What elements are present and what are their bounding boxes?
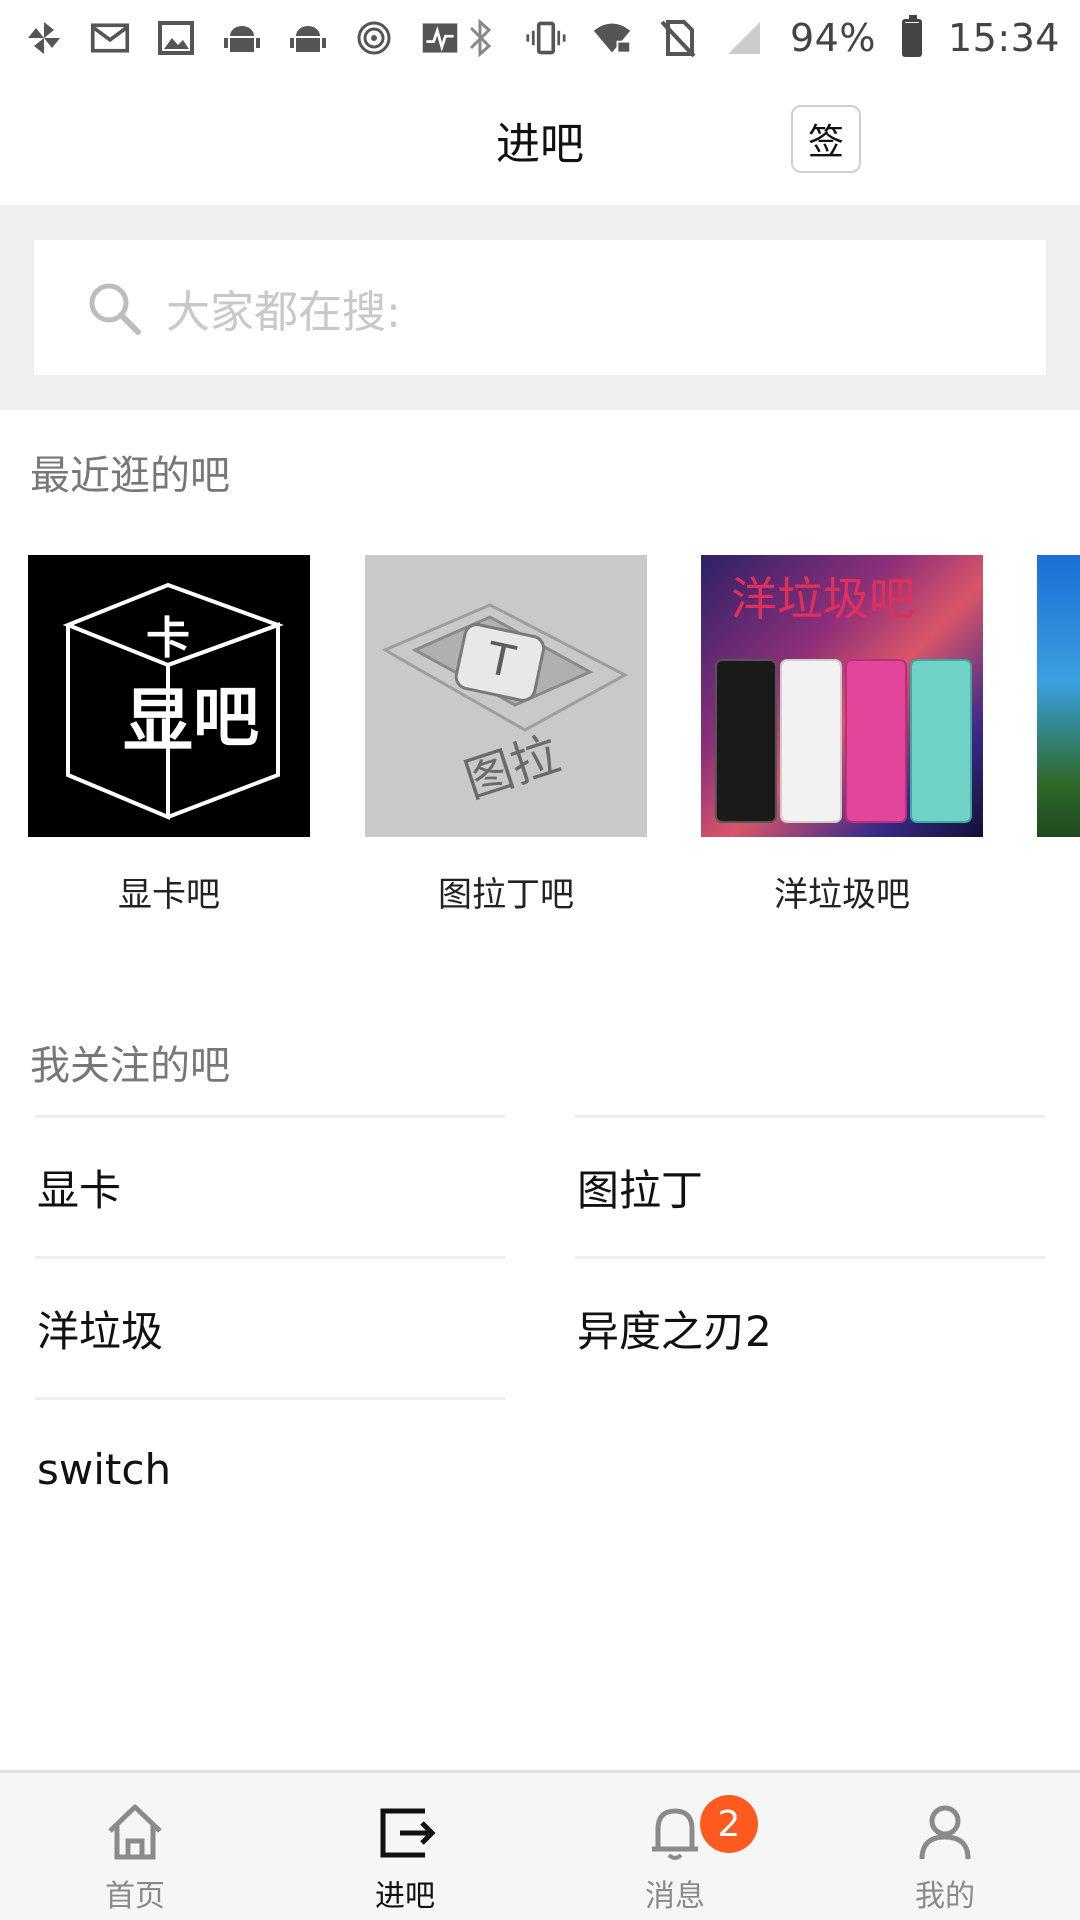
recent-bar-item[interactable]: T 图拉 图拉丁吧 [365,555,647,915]
vibrate-icon [526,18,566,58]
signal-icon [724,18,764,58]
xianka-logo-image: 显 吧 卡 [28,555,310,837]
recent-bar-item[interactable]: 显 吧 卡 显卡吧 [28,555,310,915]
home-icon [100,1797,170,1867]
wifi-lock-icon [592,18,632,58]
user-icon [910,1797,980,1867]
recent-bar-item[interactable]: 洋垃圾吧 洋垃圾吧 [701,555,983,915]
battery-level [904,23,919,54]
recent-bars-carousel[interactable]: 显 吧 卡 显卡吧 T 图拉 图拉丁吧 洋垃圾吧 洋垃圾吧 [0,555,1080,915]
bar-thumbnail[interactable] [1037,555,1080,837]
bell-icon [640,1797,710,1867]
bottom-navigation: 首页 进吧 2 消息 我的 [0,1770,1080,1920]
no-sim-icon [658,18,698,58]
followed-bar-item[interactable]: switch [35,1397,505,1538]
nav-enter-bar-label: 进吧 [375,1879,435,1914]
activity-icon [420,18,460,58]
search-area: 大家都在搜: [0,205,1080,410]
nav-me[interactable]: 我的 [810,1773,1080,1920]
recent-bar-label: 图拉丁吧 [438,875,574,915]
nav-enter-bar[interactable]: 进吧 [270,1773,540,1920]
page-title: 进吧 [496,119,584,170]
status-bar: 94% 15:34 [0,0,1080,75]
svg-text:卡: 卡 [146,613,190,664]
sign-in-button[interactable]: 签 [791,105,861,173]
svg-text:吧: 吧 [193,679,259,756]
messages-badge: 2 [700,1795,758,1853]
search-placeholder: 大家都在搜: [166,286,401,338]
swirl-icon [354,18,394,58]
bar-thumbnail[interactable]: 显 吧 卡 [28,555,310,837]
bluetooth-icon [460,18,500,58]
recent-bar-label: 显卡吧 [118,875,220,915]
android-icon [288,18,328,58]
top-app-bar: 进吧 签 [0,75,1080,205]
followed-bar-item[interactable]: 图拉丁 [575,1115,1045,1256]
svg-text:显: 显 [123,680,193,762]
bar-thumbnail[interactable]: T 图拉 [365,555,647,837]
following-section-title: 我关注的吧 [30,1043,230,1089]
svg-text:洋垃圾吧: 洋垃圾吧 [731,572,915,626]
image-icon [156,18,196,58]
nav-home[interactable]: 首页 [0,1773,270,1920]
followed-bar-item[interactable]: 显卡 [35,1115,505,1256]
battery-percent: 94% [790,15,876,60]
followed-bar-item[interactable]: 洋垃圾 [35,1256,505,1397]
android-icon [222,18,262,58]
nav-messages[interactable]: 2 消息 [540,1773,810,1920]
yanglaji-phones-image: 洋垃圾吧 [701,555,983,837]
tulading-logo-image: T 图拉 [365,555,647,837]
status-bar-right: 94% 15:34 [460,14,1060,60]
pinwheel-icon [24,18,64,58]
nav-home-label: 首页 [105,1879,165,1914]
followed-bar-item[interactable]: 异度之刃2 [575,1256,1045,1397]
bar-thumbnail[interactable]: 洋垃圾吧 [701,555,983,837]
recent-bar-item[interactable] [1037,555,1080,867]
status-bar-left [24,18,460,58]
nav-me-label: 我的 [915,1879,975,1914]
search-input[interactable]: 大家都在搜: [34,240,1046,375]
battery-icon [901,14,922,57]
mail-icon [90,18,130,58]
status-time: 15:34 [947,15,1060,60]
recent-bar-label: 洋垃圾吧 [774,875,910,915]
enter-icon [370,1797,440,1867]
search-icon [84,278,144,338]
nav-messages-label: 消息 [645,1879,705,1914]
recent-section-title: 最近逛的吧 [30,453,230,499]
